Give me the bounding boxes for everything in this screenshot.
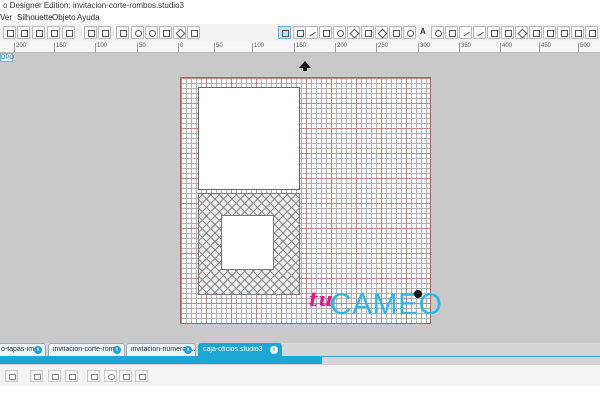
settings-icon[interactable] [585, 26, 598, 39]
brand-logo-name: CAMEO [330, 288, 443, 321]
tab-bar-background [322, 356, 600, 364]
send-to-cutter-icon[interactable] [62, 26, 75, 39]
knife-tool-icon[interactable] [445, 26, 458, 39]
select-arrow-icon[interactable] [278, 26, 291, 39]
fit-to-page-icon[interactable] [187, 26, 200, 39]
tab-invitacion-corte-rombos[interactable]: invitacion-corte-rom... x [48, 343, 125, 356]
offset-icon[interactable] [515, 26, 528, 39]
zoom-selection-icon[interactable] [159, 26, 172, 39]
freehand-tool-icon[interactable] [473, 26, 486, 39]
menu-ver[interactable]: Ver [0, 13, 12, 22]
polyline-tool-icon[interactable] [361, 26, 374, 39]
curve-tool-icon[interactable] [389, 26, 402, 39]
ruler-tick: 300 [417, 43, 431, 52]
tab-caja-oficios[interactable]: caja-oficios.studio3 x [198, 343, 282, 356]
cut-settings-icon[interactable] [501, 26, 514, 39]
design-card-shape[interactable] [198, 87, 300, 190]
pan-hand-icon[interactable] [116, 26, 129, 39]
trace-icon[interactable] [529, 26, 542, 39]
open-folder-icon[interactable] [17, 26, 30, 39]
undo-icon[interactable] [84, 26, 97, 39]
save-icon[interactable] [32, 26, 45, 39]
ruler-tick: 250 [375, 43, 389, 52]
redo-icon[interactable] [98, 26, 111, 39]
main-toolbar: A [0, 24, 600, 43]
send-icon[interactable] [543, 26, 556, 39]
zoom-in-icon[interactable] [131, 26, 144, 39]
release-compound-icon[interactable] [65, 370, 78, 382]
delete-icon[interactable] [104, 370, 117, 382]
bottom-toolbar [0, 364, 600, 387]
ruler-tick: 0 [177, 43, 184, 52]
tab-tapas-im[interactable]: o-tapas-im... x [0, 343, 46, 356]
make-compound-icon[interactable] [48, 370, 61, 382]
menu-ayuda[interactable]: Ayuda [77, 13, 100, 22]
ellipse-tool-icon[interactable] [333, 26, 346, 39]
tab-label: caja-oficios.studio3 [203, 346, 263, 353]
lattice-window-shape[interactable] [221, 215, 274, 270]
eraser-icon[interactable] [431, 26, 444, 39]
close-tab-icon[interactable]: x [113, 346, 121, 354]
ruler-tick: 50 [214, 43, 223, 52]
polygon-tool-icon[interactable] [347, 26, 360, 39]
bring-to-front-icon[interactable] [119, 370, 132, 382]
close-tab-icon[interactable]: x [184, 346, 192, 354]
ruler-tick: 350 [458, 43, 472, 52]
text-tool-label[interactable]: A [420, 27, 426, 36]
ruler-tick: 400 [499, 43, 513, 52]
store-icon[interactable] [571, 26, 584, 39]
close-tab-icon[interactable]: x [270, 346, 278, 354]
new-document-icon[interactable] [3, 26, 16, 39]
line-tool-icon[interactable] [305, 26, 318, 39]
star-shape-icon[interactable] [375, 26, 388, 39]
document-tab-bar: o-tapas-im... x invitacion-corte-rom... … [0, 343, 600, 356]
arc-tool-icon[interactable] [403, 26, 416, 39]
tab-invitacion-numeros[interactable]: invitacion-numeros... x [126, 343, 196, 356]
library-icon[interactable] [557, 26, 570, 39]
ungroup-icon[interactable] [30, 370, 43, 382]
page-setup-icon[interactable] [487, 26, 500, 39]
tab-label: invitacion-corte-rom... [53, 346, 121, 353]
group-icon[interactable] [5, 370, 18, 382]
menu-bar: Ver Silhouette Objeto Ayuda [0, 12, 600, 24]
duplicate-icon[interactable] [87, 370, 100, 382]
close-tab-icon[interactable]: x [34, 346, 42, 354]
ruler-tick: 450 [538, 43, 552, 52]
print-icon[interactable] [47, 26, 60, 39]
pan-cross-icon[interactable] [173, 26, 186, 39]
ruler-tick: 50 [137, 43, 146, 52]
send-to-back-icon[interactable] [135, 370, 148, 382]
menu-silhouette[interactable]: Silhouette [17, 13, 53, 22]
rectangle-tool-icon[interactable] [319, 26, 332, 39]
brand-logo-dot [414, 290, 422, 298]
feed-direction-arrow-icon [299, 61, 311, 71]
ruler-tick: 150 [53, 43, 67, 52]
ruler-tick: 150 [293, 43, 307, 52]
ruler-tick: 100 [251, 43, 265, 52]
ruler-tick: 200 [334, 43, 348, 52]
zoom-out-icon[interactable] [145, 26, 158, 39]
ruler-tick: 100 [94, 43, 108, 52]
menu-objeto[interactable]: Objeto [52, 13, 76, 22]
horizontal-ruler: 200 150 100 50 0 50 100 150 200 250 300 … [0, 42, 600, 53]
ruler-tick: 200 [13, 43, 27, 52]
window-title: o Designer Edition: invitacion-corte-rom… [3, 1, 184, 10]
page-indicator-tag[interactable]: DPO [0, 53, 14, 62]
pen-tool-icon[interactable] [459, 26, 472, 39]
ruler-tick: 500 [577, 43, 591, 52]
status-area [0, 386, 600, 400]
